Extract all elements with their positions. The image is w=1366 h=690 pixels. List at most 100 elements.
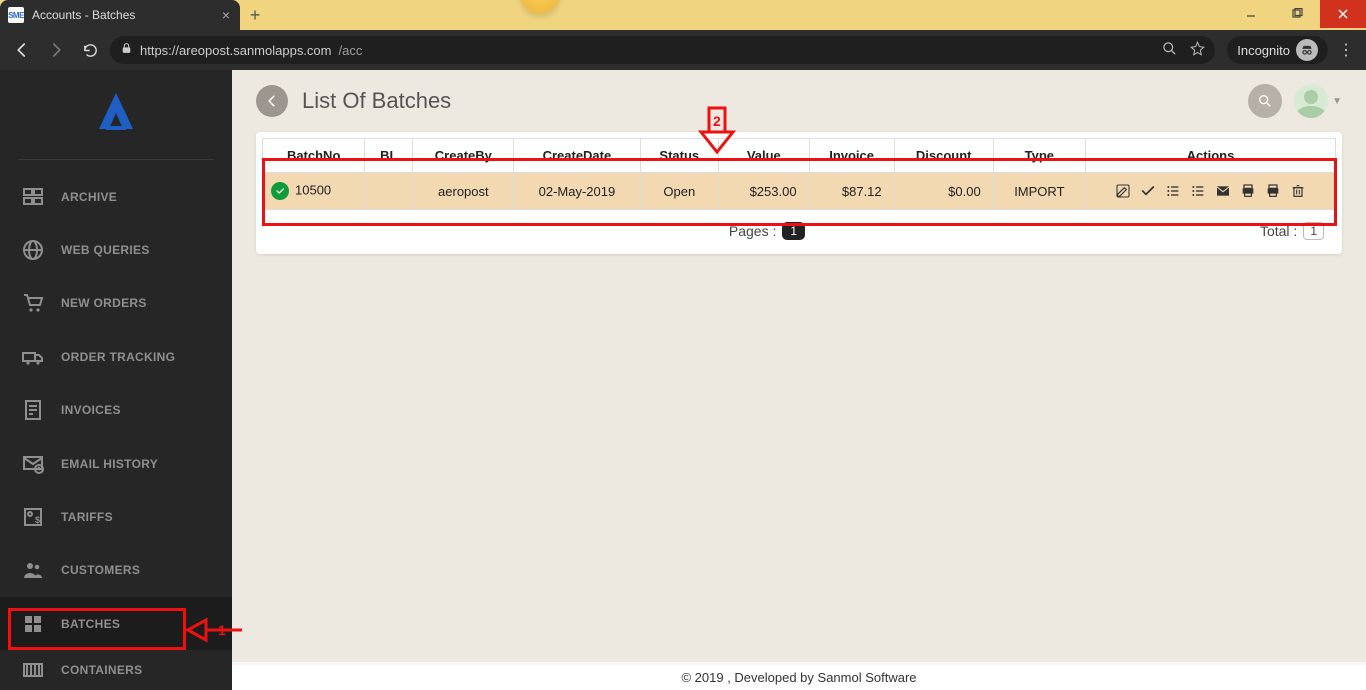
maximize-button[interactable] [1274,0,1320,28]
incognito-label: Incognito [1237,43,1290,58]
batches-table: BatchNo BL CreateBy CreateDate Status Va… [262,138,1336,210]
browser-toolbar: https://areopost.sanmolapps.com/acc Inco… [0,30,1366,70]
total-value: 1 [1303,222,1324,240]
sidebar-item-label: ARCHIVE [61,190,117,204]
account-caret-icon[interactable]: ▼ [1332,96,1342,107]
svg-text:$: $ [35,515,40,525]
col-status[interactable]: Status [640,139,719,173]
footer-text: © 2019 , Developed by Sanmol Software [681,670,916,685]
sidebar-item-batches[interactable]: BATCHES [0,597,232,650]
app-sidebar: ARCHIVE WEB QUERIES NEW ORDERS ORDER TRA… [0,70,232,690]
col-actions: Actions [1086,139,1336,173]
reload-button[interactable] [76,36,104,64]
avatar[interactable] [1294,84,1328,118]
list-alt-icon[interactable] [1190,183,1206,199]
sidebar-item-label: EMAIL HISTORY [61,457,158,471]
approve-icon[interactable] [1140,183,1156,199]
col-value[interactable]: Value [719,139,810,173]
total-label: Total : [1260,223,1297,239]
sidebar-item-label: TARIFFS [61,510,113,524]
batches-icon [20,611,46,637]
zoom-icon[interactable] [1162,41,1177,59]
col-type[interactable]: Type [993,139,1085,173]
pages-label: Pages : [729,223,776,239]
sidebar-item-customers[interactable]: CUSTOMERS [0,544,232,597]
container-icon [20,657,46,683]
sidebar-item-label: ORDER TRACKING [61,350,175,364]
tab-title: Accounts - Batches [32,8,214,22]
cell-status: Open [640,173,719,210]
sidebar-item-invoices[interactable]: INVOICES [0,384,232,437]
sidebar-item-order-tracking[interactable]: ORDER TRACKING [0,330,232,383]
col-createdate[interactable]: CreateDate [514,139,640,173]
col-invoice[interactable]: Invoice [809,139,894,173]
invoice-icon [20,397,46,423]
delete-icon[interactable] [1290,183,1306,199]
cell-actions [1086,173,1336,210]
table-footer: Pages : 1 Total : 1 [262,210,1336,242]
search-button[interactable] [1248,84,1282,118]
tariff-icon: $ [20,504,46,530]
table-row[interactable]: 10500 aeropost 02-May-2019 Open $253.00 … [263,173,1336,210]
page-title: List Of Batches [302,88,451,114]
site-footer: © 2019 , Developed by Sanmol Software [232,662,1366,690]
address-bar[interactable]: https://areopost.sanmolapps.com/acc [110,36,1215,64]
col-bl[interactable]: BL [365,139,413,173]
close-window-button[interactable] [1320,0,1366,28]
list-icon[interactable] [1165,183,1181,199]
incognito-icon [1296,39,1318,61]
sidebar-item-label: NEW ORDERS [61,296,147,310]
cell-batchno: 10500 [263,173,365,210]
print-icon[interactable] [1240,183,1256,199]
page-1-button[interactable]: 1 [782,222,805,240]
star-icon[interactable] [1190,41,1205,59]
cell-type: IMPORT [993,173,1085,210]
url-path: /acc [339,43,363,58]
new-tab-button[interactable]: + [240,0,270,30]
sidebar-item-tariffs[interactable]: $ TARIFFS [0,490,232,543]
col-discount[interactable]: Discount [894,139,993,173]
sidebar-item-label: WEB QUERIES [61,243,150,257]
edit-icon[interactable] [1115,183,1131,199]
sidebar-divider [18,159,214,160]
browser-menu-button[interactable]: ⋮ [1334,40,1358,60]
app-logo[interactable] [0,70,232,159]
favicon-icon: SME [8,7,24,23]
page-header: List Of Batches ▼ [232,70,1366,132]
email-icon[interactable] [1215,183,1231,199]
print-alt-icon[interactable] [1265,183,1281,199]
sidebar-item-web-queries[interactable]: WEB QUERIES [0,223,232,276]
forward-button[interactable] [42,36,70,64]
batches-card: BatchNo BL CreateBy CreateDate Status Va… [256,132,1342,254]
browser-tab[interactable]: SME Accounts - Batches × [0,0,240,30]
sidebar-item-label: BATCHES [61,617,120,631]
close-tab-icon[interactable]: × [222,8,230,22]
mail-history-icon [20,451,46,477]
globe-icon [20,237,46,263]
cell-createdate: 02-May-2019 [514,173,640,210]
cell-invoice: $87.12 [809,173,894,210]
status-check-icon [271,182,289,200]
sidebar-item-archive[interactable]: ARCHIVE [0,170,232,223]
truck-icon [20,344,46,370]
decorative-sun [520,0,560,14]
table-header-row: BatchNo BL CreateBy CreateDate Status Va… [263,139,1336,173]
cell-createby: aeropost [413,173,514,210]
customers-icon [20,557,46,583]
page-back-button[interactable] [256,85,288,117]
col-batchno[interactable]: BatchNo [263,139,365,173]
cart-icon [20,290,46,316]
archive-icon [20,184,46,210]
sidebar-item-containers[interactable]: CONTAINERS [0,650,232,690]
total-indicator: Total : 1 [1260,222,1324,240]
window-controls [1228,0,1366,28]
sidebar-item-email-history[interactable]: EMAIL HISTORY [0,437,232,490]
col-createby[interactable]: CreateBy [413,139,514,173]
back-button[interactable] [8,36,36,64]
sidebar-item-new-orders[interactable]: NEW ORDERS [0,277,232,330]
url-host: https://areopost.sanmolapps.com [140,43,332,58]
minimize-button[interactable] [1228,0,1274,28]
pagination: Pages : 1 [729,222,805,240]
lock-icon [120,42,133,58]
incognito-indicator[interactable]: Incognito [1227,36,1328,64]
